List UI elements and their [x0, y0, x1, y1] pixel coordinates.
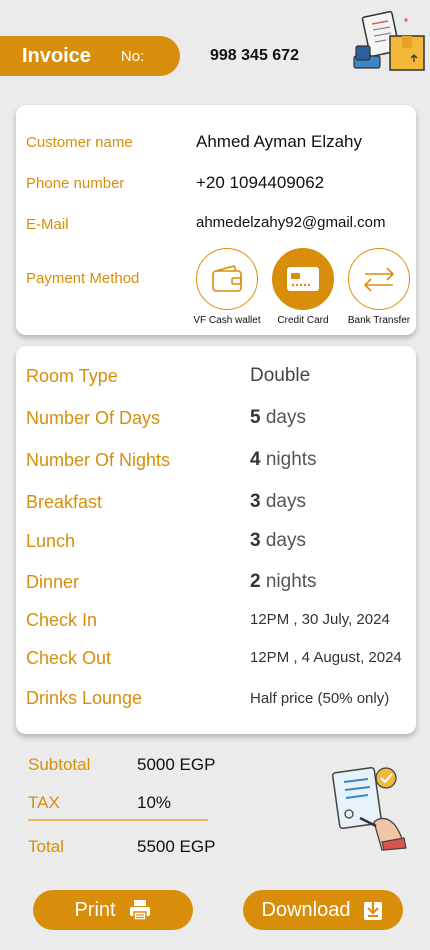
download-icon: [364, 899, 383, 920]
subtotal-label: Subtotal: [28, 755, 91, 774]
lunch-label: Lunch: [26, 531, 76, 551]
days-value: 5 days: [250, 407, 306, 428]
customer-info-card: Customer name Ahmed Ayman Elzahy Phone n…: [16, 105, 416, 335]
credit-card-label: Credit Card: [277, 315, 329, 326]
room-type-label: Room Type: [26, 366, 118, 386]
customer-name-label: Customer name: [26, 134, 133, 151]
check-out-label: Check Out: [26, 648, 112, 668]
bank-transfer-button[interactable]: [348, 248, 410, 310]
credit-card-icon: [287, 267, 319, 291]
signing-document-illustration: [331, 766, 407, 851]
download-button-label: Download: [261, 898, 351, 921]
transfer-arrows-icon: [363, 267, 395, 292]
dinner-value: 2 nights: [250, 571, 317, 592]
invoice-header-pill: Invoice No:: [0, 36, 180, 76]
payment-method-label: Payment Method: [26, 270, 140, 287]
vf-cash-label: VF Cash wallet: [193, 315, 261, 326]
invoice-number-label: No:: [120, 47, 145, 65]
lunch-value: 3 days: [250, 530, 306, 551]
printer-icon: [129, 900, 150, 921]
drinks-lounge-label: Drinks Lounge: [26, 688, 143, 708]
phone-number-label: Phone number: [26, 175, 125, 192]
payment-option-vf-cash[interactable]: VF Cash wallet: [193, 248, 261, 326]
tax-label: TAX: [28, 793, 60, 812]
email-label: E-Mail: [26, 216, 69, 233]
dinner-label: Dinner: [26, 572, 80, 592]
totals-divider: [28, 819, 208, 821]
total-label: Total: [28, 837, 64, 856]
nights-label: Number Of Nights: [26, 450, 171, 470]
breakfast-label: Breakfast: [26, 492, 103, 512]
credit-card-button[interactable]: [272, 248, 334, 310]
room-type-value: Double: [250, 365, 311, 386]
total-value: 5500 EGP: [137, 837, 216, 856]
check-in-label: Check In: [26, 610, 98, 630]
email-value: ahmedelzahy92@gmail.com: [196, 214, 386, 231]
payment-option-bank-transfer[interactable]: Bank Transfer: [346, 248, 412, 326]
nights-value: 4 nights: [250, 449, 317, 470]
check-out-value: 12PM , 4 August, 2024: [250, 649, 402, 666]
invoice-number: 998 345 672: [210, 47, 299, 64]
subtotal-value: 5000 EGP: [137, 755, 216, 774]
print-button-label: Print: [74, 898, 116, 921]
days-label: Number Of Days: [26, 408, 161, 428]
customer-name-value: Ahmed Ayman Elzahy: [196, 132, 362, 151]
bank-transfer-label: Bank Transfer: [347, 315, 411, 326]
vf-cash-button[interactable]: [196, 248, 258, 310]
download-button[interactable]: Download: [243, 890, 403, 930]
booking-details-card: Room Type Double Number Of Days 5 days N…: [16, 346, 416, 734]
drinks-lounge-value: Half price (50% only): [250, 690, 390, 707]
tax-value: 10%: [137, 793, 172, 812]
invoice-title: Invoice: [22, 44, 91, 67]
check-in-value: 12PM , 30 July, 2024: [250, 611, 390, 628]
print-button[interactable]: Print: [33, 890, 193, 930]
breakfast-value: 3 days: [250, 491, 306, 512]
payment-option-credit-card[interactable]: Credit Card: [270, 248, 336, 326]
wallet-icon: [212, 265, 242, 292]
invoice-payment-illustration: [353, 10, 425, 71]
phone-number-value: +20 1094409062: [196, 173, 325, 192]
